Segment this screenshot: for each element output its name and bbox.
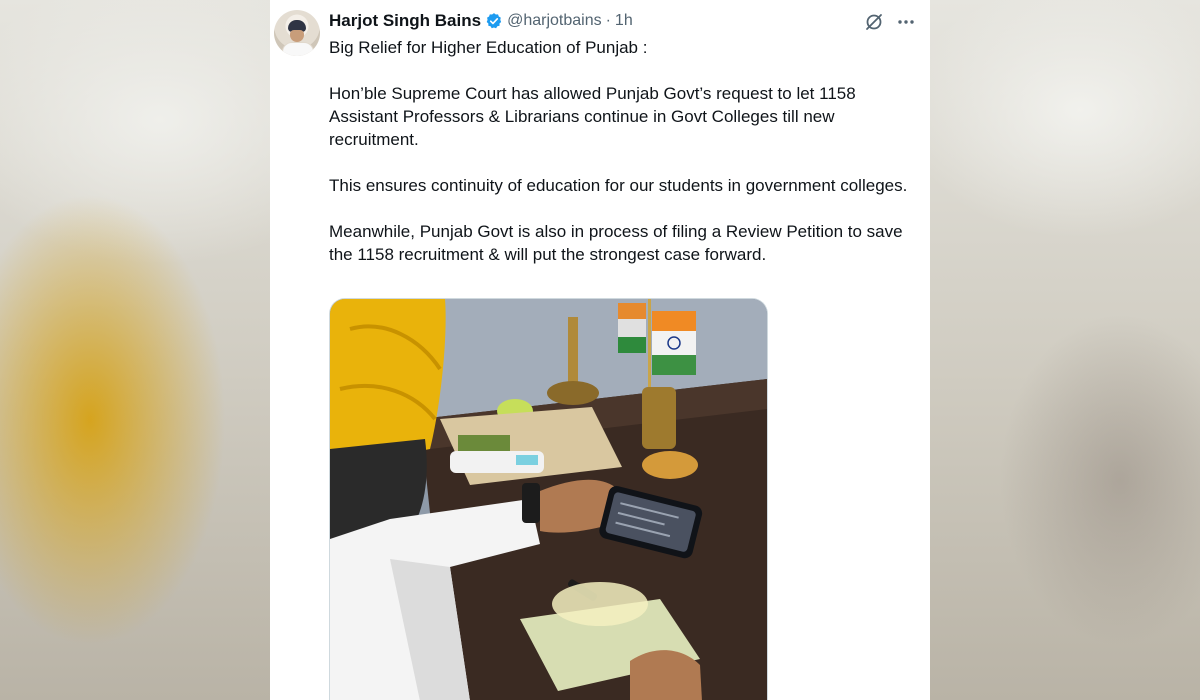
tweet-paragraph: This ensures continuity of education for… (329, 176, 908, 195)
verified-badge-icon (486, 13, 502, 29)
tweet-paragraph: Meanwhile, Punjab Govt is also in proces… (329, 222, 903, 264)
tweet-header: Harjot Singh Bains @harjotbains · 1h (329, 10, 633, 32)
grok-icon[interactable] (864, 12, 884, 32)
tweet-photo[interactable] (329, 298, 768, 700)
more-options-icon[interactable] (896, 12, 916, 32)
author-name[interactable]: Harjot Singh Bains (329, 11, 481, 31)
tweet-text: Big Relief for Higher Education of Punja… (329, 36, 919, 289)
avatar-shirt (282, 42, 314, 56)
tweet-paragraph: Hon’ble Supreme Court has allowed Punjab… (329, 84, 856, 149)
tweet-timestamp[interactable]: 1h (615, 12, 633, 30)
author-handle[interactable]: @harjotbains (507, 12, 602, 30)
tweet-paragraph: Big Relief for Higher Education of Punja… (329, 38, 648, 57)
tweet-card: Harjot Singh Bains @harjotbains · 1h Big… (270, 0, 930, 700)
avatar-face (290, 30, 304, 42)
author-avatar[interactable] (274, 10, 320, 56)
header-separator: · (605, 12, 611, 29)
tweet-actions-top (864, 12, 916, 32)
photo-desk-scene (330, 299, 767, 700)
